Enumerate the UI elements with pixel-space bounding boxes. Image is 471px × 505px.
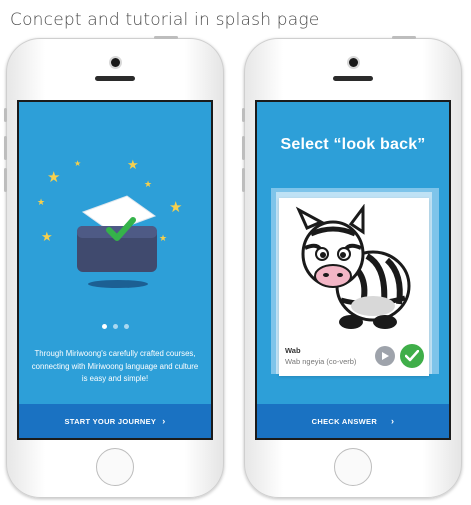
start-journey-label: START YOUR JOURNEY — [64, 416, 157, 426]
intro-text: Through Miriwoong's carefully crafted co… — [31, 349, 199, 383]
question-title: Select “look back” — [280, 136, 426, 153]
star-icon: ★ — [74, 159, 82, 168]
power-button — [154, 36, 178, 39]
earpiece-speaker — [95, 76, 135, 81]
pagination-dot-2[interactable] — [112, 324, 118, 329]
tutorial-screen: Select “look back” Wab Wab ngeyia (co-ve… — [255, 100, 451, 440]
volume-down-button — [4, 168, 7, 192]
volume-down-button — [242, 168, 245, 192]
power-button — [392, 36, 416, 39]
pagination-dot-3[interactable] — [123, 324, 129, 329]
chevron-right-icon: › — [391, 416, 395, 426]
pagination-dot-1[interactable] — [101, 324, 107, 329]
card-word: Wab — [285, 346, 301, 355]
card-translation: Wab ngeyia (co-verb) — [285, 357, 357, 366]
front-camera — [348, 58, 358, 67]
start-journey-button[interactable]: START YOUR JOURNEY › — [19, 404, 211, 438]
splash-screen: ★ ★ ★ ★ ★ ★ ★ ★ Through Miriwoong's care… — [17, 100, 213, 440]
zebra-illustration — [295, 204, 411, 329]
check-answer-button[interactable]: CHECK ANSWER › — [257, 404, 449, 438]
play-icon — [382, 352, 389, 360]
star-icon: ★ — [127, 157, 139, 172]
earpiece-speaker — [333, 76, 373, 81]
star-icon: ★ — [37, 197, 46, 207]
page-caption: Concept and tutorial in splash page — [10, 10, 320, 30]
chevron-right-icon: › — [162, 416, 166, 426]
star-icon: ★ — [41, 229, 53, 244]
home-button[interactable] — [334, 448, 372, 486]
mute-switch — [4, 108, 7, 122]
play-audio-button[interactable] — [375, 346, 395, 366]
home-button[interactable] — [96, 448, 134, 486]
folder-check-icon — [77, 195, 157, 288]
star-icon: ★ — [47, 169, 61, 186]
volume-up-button — [4, 136, 7, 160]
front-camera — [110, 58, 120, 67]
check-answer-label: CHECK ANSWER — [311, 416, 378, 426]
answer-card[interactable]: Wab Wab ngeyia (co-verb) — [279, 198, 429, 376]
checkmark-icon — [405, 350, 419, 362]
volume-up-button — [242, 136, 245, 160]
pagination-dots — [19, 324, 211, 329]
correct-answer-button[interactable] — [400, 344, 424, 368]
mute-switch — [242, 108, 245, 122]
phone-left: ★ ★ ★ ★ ★ ★ ★ ★ Through Miriwoong's care… — [4, 36, 224, 498]
phone-right: Select “look back” Wab Wab ngeyia (co-ve… — [242, 36, 462, 498]
